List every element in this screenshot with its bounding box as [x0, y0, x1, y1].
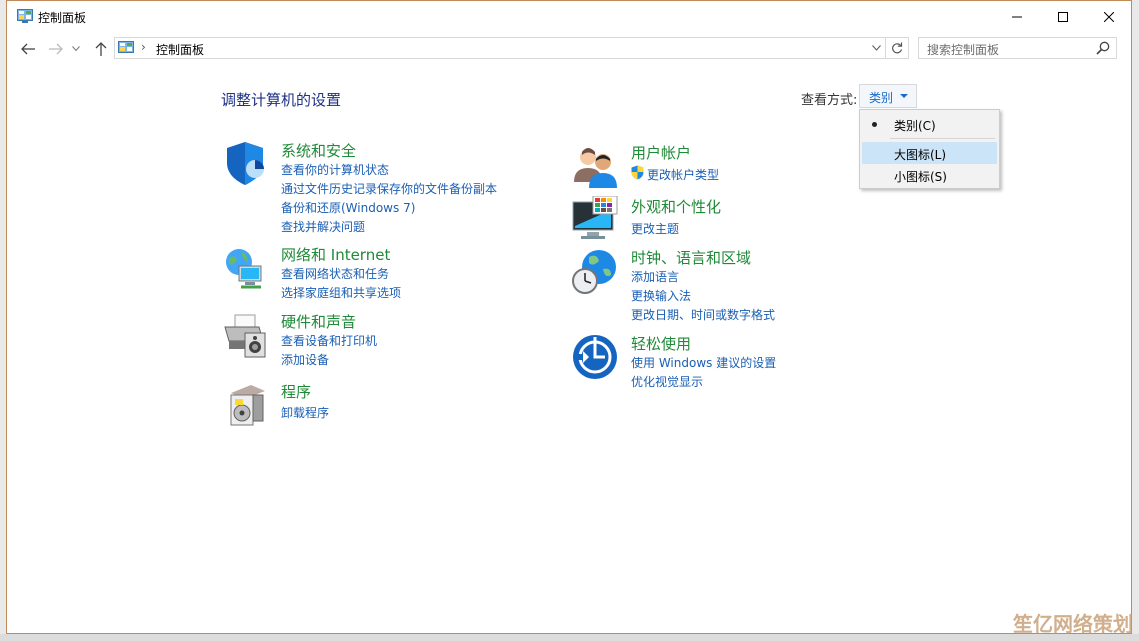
breadcrumb-separator[interactable]: ›: [141, 40, 146, 54]
up-arrow-icon: [95, 42, 107, 56]
refresh-icon: [892, 42, 903, 54]
category-title[interactable]: 程序: [281, 381, 311, 402]
uac-shield-icon: [631, 165, 644, 180]
view-by-select[interactable]: 类别: [859, 84, 917, 108]
link-network-status[interactable]: 查看网络状态和任务: [281, 265, 389, 282]
minimize-icon: [1012, 16, 1022, 17]
address-bar[interactable]: › 控制面板: [114, 37, 909, 59]
maximize-icon: [1058, 11, 1068, 22]
title-bar: 控制面板: [7, 1, 1131, 32]
category-network-internet: 网络和 Internet 查看网络状态和任务 选择家庭组和共享选项: [221, 244, 541, 304]
window-title: 控制面板: [38, 11, 87, 25]
monitor-palette-icon[interactable]: [571, 196, 619, 244]
page-title: 调整计算机的设置: [221, 91, 342, 109]
category-clock-language-region: 时钟、语言和区域 添加语言 更换输入法 更改日期、时间或数字格式: [571, 247, 891, 327]
address-history-button[interactable]: [868, 38, 884, 58]
view-by-value[interactable]: 类别: [869, 89, 893, 106]
menu-item-category[interactable]: 类别(C): [862, 113, 997, 135]
link-devices-printers[interactable]: 查看设备和打印机: [281, 332, 377, 349]
link-optimize-visual-display[interactable]: 优化视觉显示: [631, 373, 703, 390]
radio-bullet-icon: [872, 122, 877, 127]
link-windows-recommended-settings[interactable]: 使用 Windows 建议的设置: [631, 354, 776, 371]
menu-item-large-icons[interactable]: 大图标(L): [862, 142, 997, 164]
category-hardware-sound: 硬件和声音 查看设备和打印机 添加设备: [221, 311, 541, 371]
category-title[interactable]: 硬件和声音: [281, 311, 356, 332]
recent-locations-button[interactable]: [69, 38, 83, 60]
link-change-theme[interactable]: 更改主题: [631, 220, 679, 237]
link-uninstall-program[interactable]: 卸载程序: [281, 404, 329, 421]
category-appearance: 外观和个性化 更改主题: [571, 196, 871, 244]
category-title[interactable]: 用户帐户: [631, 142, 691, 163]
forward-button[interactable]: [45, 38, 67, 60]
network-globe-icon[interactable]: [221, 244, 269, 292]
printer-icon[interactable]: [221, 311, 269, 359]
chevron-down-icon: [871, 45, 881, 51]
category-title[interactable]: 外观和个性化: [631, 196, 721, 217]
maximize-button[interactable]: [1040, 1, 1086, 32]
watermark-text: 笙亿网络策划: [1013, 612, 1133, 636]
search-box[interactable]: 搜索控制面板: [918, 37, 1117, 59]
up-button[interactable]: [90, 38, 112, 60]
view-by-dropdown-menu: 类别(C) 大图标(L) 小图标(S): [859, 109, 1000, 189]
link-file-history[interactable]: 通过文件历史记录保存你的文件备份副本: [281, 180, 497, 197]
close-icon: [1104, 11, 1114, 22]
globe-clock-icon[interactable]: [571, 247, 619, 295]
menu-item-label: 小图标(S): [894, 170, 947, 184]
search-input[interactable]: 搜索控制面板: [927, 41, 999, 58]
category-system-security: 系统和安全 查看你的计算机状态 通过文件历史记录保存你的文件备份副本 备份和还原…: [221, 139, 541, 234]
view-by-label: 查看方式:: [801, 93, 858, 108]
refresh-button[interactable]: [885, 38, 908, 58]
dropdown-arrow-icon: [900, 94, 908, 98]
background-taskbar-strip: [0, 634, 1139, 641]
category-title[interactable]: 时钟、语言和区域: [631, 247, 751, 268]
link-change-date-time-format[interactable]: 更改日期、时间或数字格式: [631, 306, 775, 323]
back-button[interactable]: [17, 38, 39, 60]
control-panel-icon: [17, 9, 33, 23]
link-add-device[interactable]: 添加设备: [281, 351, 329, 368]
link-change-input-method[interactable]: 更换输入法: [631, 287, 691, 304]
category-ease-of-access: 轻松使用 使用 Windows 建议的设置 优化视觉显示: [571, 333, 891, 393]
link-change-account-type[interactable]: 更改帐户类型: [647, 166, 719, 183]
control-panel-icon: [118, 41, 134, 53]
menu-separator: [890, 138, 995, 139]
link-view-computer-status[interactable]: 查看你的计算机状态: [281, 161, 389, 178]
chevron-down-icon: [72, 46, 80, 52]
search-icon[interactable]: [1096, 41, 1110, 55]
back-arrow-icon: [21, 43, 35, 55]
control-panel-window: 控制面板 › 控制面板 搜索控制面板 调整计算机的设置 查看方式: 类别 类别(…: [6, 0, 1132, 634]
users-icon[interactable]: [571, 142, 619, 190]
menu-item-label: 大图标(L): [894, 148, 947, 162]
programs-box-icon[interactable]: [221, 381, 269, 429]
category-user-accounts: 用户帐户 更改帐户类型: [571, 142, 871, 190]
category-title[interactable]: 网络和 Internet: [281, 244, 390, 265]
menu-item-small-icons[interactable]: 小图标(S): [862, 164, 997, 186]
menu-item-label: 类别(C): [894, 119, 936, 133]
link-add-language[interactable]: 添加语言: [631, 268, 679, 285]
close-button[interactable]: [1086, 1, 1132, 32]
forward-arrow-icon: [49, 43, 63, 55]
category-title[interactable]: 系统和安全: [281, 140, 356, 161]
category-programs: 程序 卸载程序: [221, 381, 541, 426]
link-backup-restore[interactable]: 备份和还原(Windows 7): [281, 199, 415, 216]
category-title[interactable]: 轻松使用: [631, 333, 691, 354]
link-homegroup[interactable]: 选择家庭组和共享选项: [281, 284, 401, 301]
link-troubleshoot[interactable]: 查找并解决问题: [281, 218, 365, 235]
ease-of-access-icon[interactable]: [571, 333, 619, 381]
shield-icon[interactable]: [221, 139, 269, 187]
minimize-button[interactable]: [994, 1, 1040, 32]
breadcrumb-control-panel[interactable]: 控制面板: [156, 41, 204, 58]
